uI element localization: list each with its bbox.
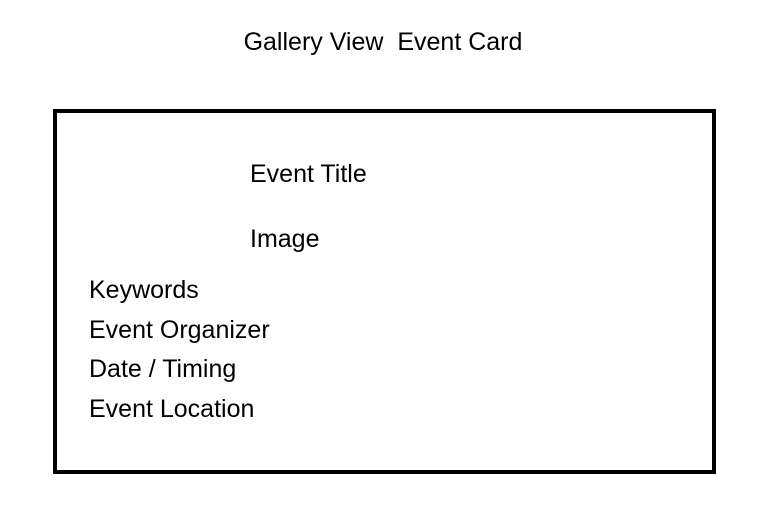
event-card: Event Title Image Keywords Event Organiz… [53,109,716,474]
event-organizer-field: Event Organizer [89,315,270,344]
date-timing-field: Date / Timing [89,355,237,383]
page-title: Gallery View Event Card [243,28,523,56]
event-title-field: Event Title [250,160,367,188]
keywords-field: Keywords [89,276,199,304]
event-details-list: Keywords Event Organizer Date / Timing E… [89,271,270,429]
event-location-field: Event Location [89,394,255,423]
event-image-placeholder: Image [250,225,320,253]
